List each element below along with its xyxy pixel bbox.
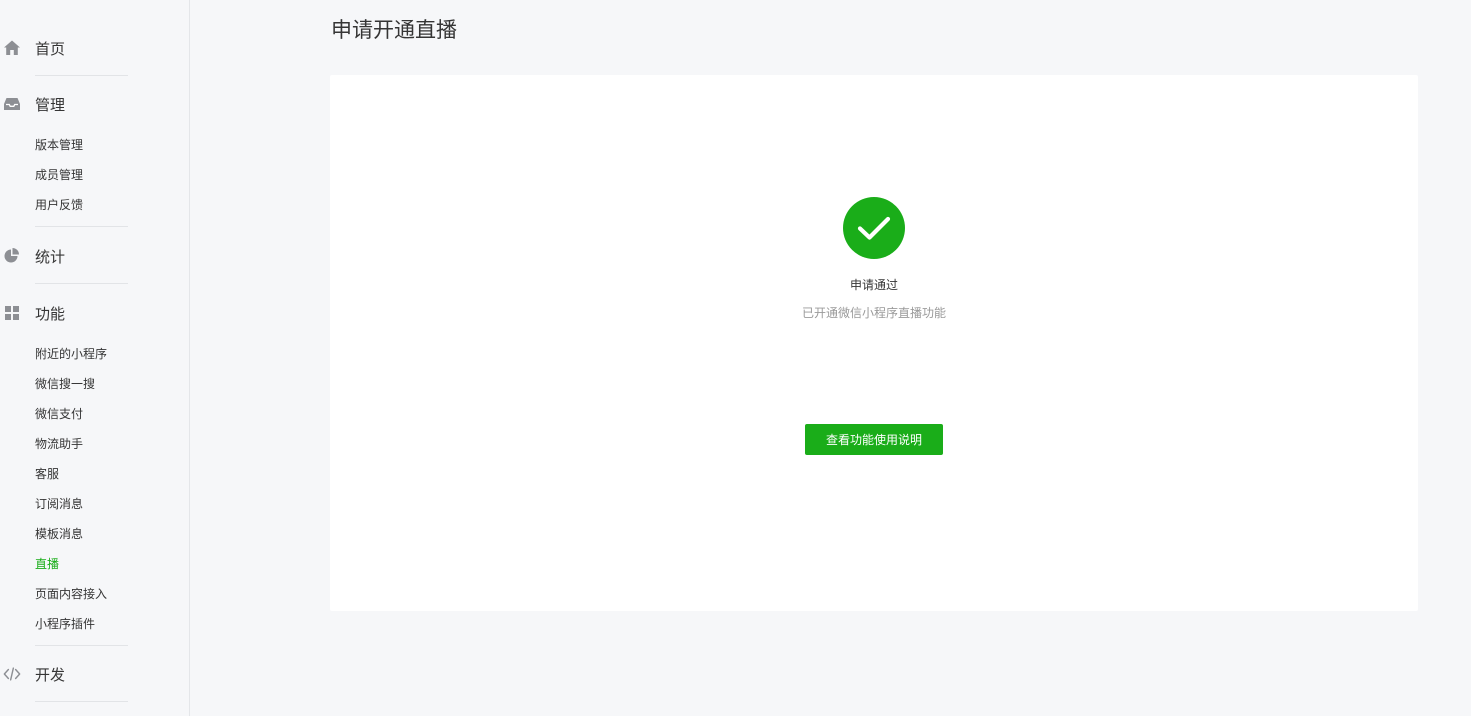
sidebar-item-wechat-pay[interactable]: 微信支付	[35, 406, 83, 422]
view-feature-guide-button[interactable]: 查看功能使用说明	[805, 424, 943, 455]
sidebar-item-template-message[interactable]: 模板消息	[35, 526, 83, 542]
grid-icon	[3, 304, 21, 322]
nav-group-home: 首页	[0, 30, 130, 66]
nav-development[interactable]: 开发	[0, 656, 130, 692]
nav-divider	[35, 226, 128, 227]
result-description: 已开通微信小程序直播功能	[801, 306, 946, 320]
nav-features-label: 功能	[35, 304, 66, 323]
sidebar-item-wechat-search[interactable]: 微信搜一搜	[35, 376, 95, 392]
nav-divider	[35, 701, 128, 702]
nav-home-label: 首页	[35, 39, 66, 58]
nav-statistics[interactable]: 统计	[0, 238, 130, 274]
nav-group-manage: 管理	[0, 86, 130, 122]
nav-divider	[35, 75, 128, 76]
nav-statistics-label: 统计	[35, 247, 66, 266]
nav-group-statistics: 统计	[0, 238, 130, 274]
nav-divider	[35, 283, 128, 284]
sidebar-item-user-feedback[interactable]: 用户反馈	[35, 197, 83, 213]
nav-manage[interactable]: 管理	[0, 86, 130, 122]
nav-development-label: 开发	[35, 665, 66, 684]
nav-divider	[35, 645, 128, 646]
sidebar-item-nearby-miniprogram[interactable]: 附近的小程序	[35, 346, 107, 362]
nav-manage-label: 管理	[35, 95, 66, 114]
sidebar-item-page-content-access[interactable]: 页面内容接入	[35, 586, 107, 602]
check-circle-icon	[843, 197, 905, 259]
sidebar-item-version-management[interactable]: 版本管理	[35, 137, 83, 153]
sidebar-item-logistics-assistant[interactable]: 物流助手	[35, 436, 83, 452]
home-icon	[3, 39, 21, 57]
result-card: 申请通过 已开通微信小程序直播功能 查看功能使用说明	[330, 75, 1418, 611]
result-title: 申请通过	[849, 278, 898, 292]
pie-chart-icon	[3, 247, 21, 265]
nav-home[interactable]: 首页	[0, 30, 130, 66]
sidebar: 首页 管理 版本管理 成员管理 用户反馈 统计 功能 附近的小程序 微信搜一搜 …	[0, 0, 190, 716]
sidebar-item-miniprogram-plugin[interactable]: 小程序插件	[35, 616, 95, 632]
code-icon	[3, 665, 21, 683]
sidebar-item-subscription-message[interactable]: 订阅消息	[35, 496, 83, 512]
nav-group-development: 开发	[0, 656, 130, 692]
page-title: 申请开通直播	[331, 18, 457, 42]
nav-features[interactable]: 功能	[0, 295, 130, 331]
sidebar-item-member-management[interactable]: 成员管理	[35, 167, 83, 183]
nav-group-features: 功能	[0, 295, 130, 331]
sidebar-item-customer-service[interactable]: 客服	[35, 466, 59, 482]
sidebar-item-live-stream[interactable]: 直播	[35, 556, 59, 572]
inbox-icon	[3, 95, 21, 113]
